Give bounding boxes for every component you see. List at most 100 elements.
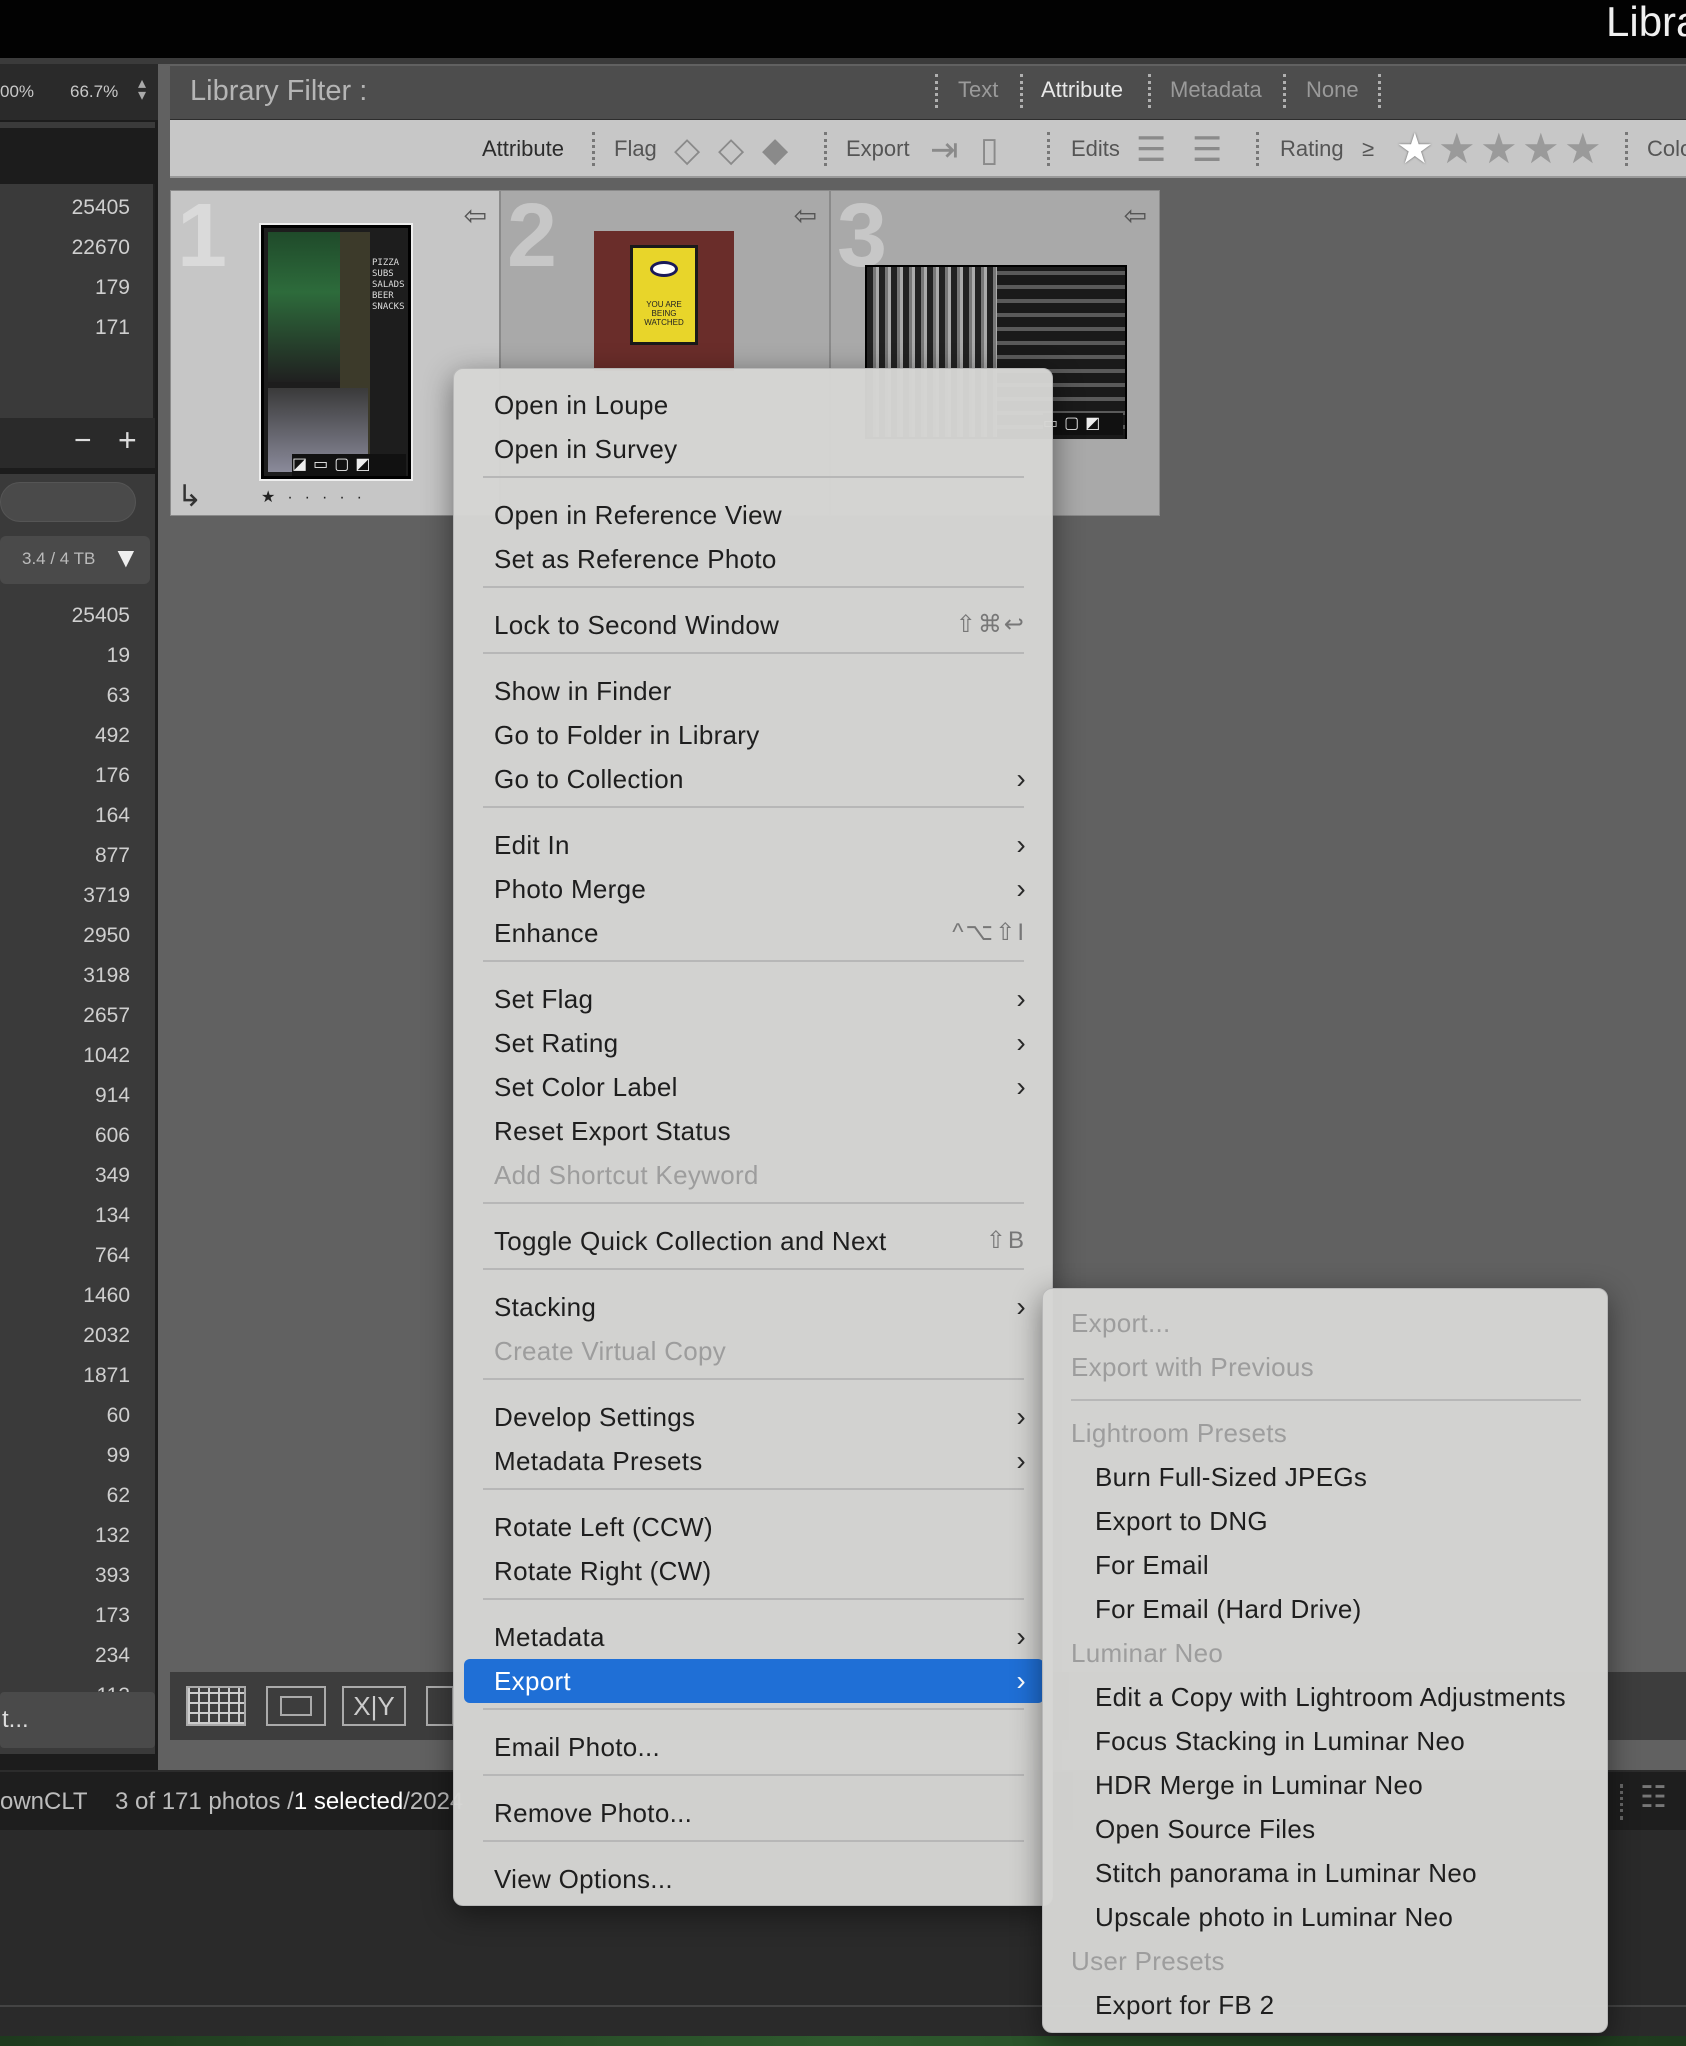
flag-unflagged-icon[interactable]: ◇ (718, 130, 744, 170)
menu-item-metadata[interactable]: Metadata › (464, 1615, 1044, 1659)
menu-item-email-photo[interactable]: Email Photo... (464, 1725, 1044, 1769)
menu-item-edit-in[interactable]: Edit In › (464, 823, 1044, 867)
menu-item-view-options[interactable]: View Options... (464, 1857, 1044, 1901)
folder-count[interactable]: 2950 (0, 916, 130, 956)
folder-count[interactable]: 492 (0, 716, 130, 756)
menu-item-set-color-label[interactable]: Set Color Label › (464, 1065, 1044, 1109)
rotate-icon[interactable]: ⇦ (464, 199, 487, 232)
folder-count[interactable]: 914 (0, 1076, 130, 1116)
folder-count[interactable]: 99 (0, 1436, 130, 1476)
menu-item-open-in-survey[interactable]: Open in Survey (464, 427, 1044, 471)
menu-item-go-to-folder-in-library[interactable]: Go to Folder in Library (464, 713, 1044, 757)
photo-thumbnail[interactable]: PIZZA SUBS SALADS BEER SNACKS ◪▭▢◩ (259, 223, 413, 481)
folder-count[interactable]: 1871 (0, 1356, 130, 1396)
submenu-item-open-source-files[interactable]: Open Source Files (1053, 1807, 1599, 1851)
folder-count[interactable]: 1042 (0, 1036, 130, 1076)
folder-count[interactable]: 1460 (0, 1276, 130, 1316)
menu-item-open-in-loupe[interactable]: Open in Loupe (464, 383, 1044, 427)
filter-sliders-icon[interactable]: ☷ (1640, 1780, 1667, 1815)
submenu-item-export-to-dng[interactable]: Export to DNG (1053, 1499, 1599, 1543)
tab-text[interactable]: Text (958, 77, 998, 103)
star-3-icon[interactable]: ★ (1480, 128, 1518, 170)
compare-view-icon[interactable]: X|Y (342, 1686, 406, 1726)
tab-attribute[interactable]: Attribute (1041, 77, 1123, 103)
grid-cell-1[interactable]: 1 ⇦ PIZZA SUBS SALADS BEER SNACKS ◪▭▢◩ ★… (170, 190, 500, 516)
submenu-item-for-email[interactable]: For Email (1053, 1543, 1599, 1587)
star-1-icon[interactable]: ★ (1396, 128, 1434, 170)
menu-item-photo-merge[interactable]: Photo Merge › (464, 867, 1044, 911)
zoom-stepper-icon[interactable]: ▴ ▾ (138, 76, 146, 104)
folder-count[interactable]: 60 (0, 1396, 130, 1436)
drive-row[interactable]: 3.4 / 4 TB ▼ (0, 536, 150, 584)
folder-name[interactable]: ownCLT (0, 1788, 88, 1816)
menu-item-set-flag[interactable]: Set Flag › (464, 977, 1044, 1021)
zoom-fit[interactable]: 00% (0, 82, 34, 102)
menu-item-remove-photo[interactable]: Remove Photo... (464, 1791, 1044, 1835)
tab-none[interactable]: None (1306, 77, 1359, 103)
folder-search-input[interactable] (0, 482, 136, 522)
submenu-item-stitch-panorama-in-luminar-neo[interactable]: Stitch panorama in Luminar Neo (1053, 1851, 1599, 1895)
star-2-icon[interactable]: ★ (1438, 128, 1476, 170)
folder-count[interactable]: 349 (0, 1156, 130, 1196)
exported-icon[interactable]: ⇥ (930, 130, 959, 170)
folder-count[interactable]: 2657 (0, 996, 130, 1036)
not-exported-icon[interactable]: ▯ (980, 130, 999, 170)
submenu-item-focus-stacking-in-luminar-neo[interactable]: Focus Stacking in Luminar Neo (1053, 1719, 1599, 1763)
flag-picked-icon[interactable]: ◇ (674, 130, 700, 170)
menu-item-reset-export-status[interactable]: Reset Export Status (464, 1109, 1044, 1153)
menu-item-lock-to-second-window[interactable]: Lock to Second Window ⇧⌘↩ (464, 603, 1044, 647)
rotate-icon[interactable]: ⇦ (794, 199, 817, 232)
disclosure-triangle-icon[interactable]: ▼ (112, 542, 140, 574)
submenu-item-hdr-merge-in-luminar-neo[interactable]: HDR Merge in Luminar Neo (1053, 1763, 1599, 1807)
rating-operator[interactable]: ≥ (1362, 136, 1374, 162)
unedited-icon[interactable]: ☰ (1192, 130, 1222, 170)
folder-count[interactable]: 134 (0, 1196, 130, 1236)
folder-count[interactable]: 3719 (0, 876, 130, 916)
menu-item-show-in-finder[interactable]: Show in Finder (464, 669, 1044, 713)
folder-count[interactable]: 393 (0, 1556, 130, 1596)
zoom-level[interactable]: 66.7% (70, 82, 118, 102)
import-button[interactable]: t... (0, 1692, 155, 1748)
folder-count[interactable]: 176 (0, 756, 130, 796)
folder-count[interactable]: 764 (0, 1236, 130, 1276)
rating-stars[interactable]: ★····· (261, 487, 374, 507)
menu-item-toggle-quick-collection-and-next[interactable]: Toggle Quick Collection and Next ⇧B (464, 1219, 1044, 1263)
submenu-item-upscale-photo-in-luminar-neo[interactable]: Upscale photo in Luminar Neo (1053, 1895, 1599, 1939)
folder-count[interactable]: 62 (0, 1476, 130, 1516)
survey-view-icon[interactable] (426, 1686, 454, 1726)
folder-count[interactable]: 19 (0, 636, 130, 676)
folder-count[interactable]: 132 (0, 1516, 130, 1556)
submenu-item-burn-full-sized-jpegs[interactable]: Burn Full-Sized JPEGs (1053, 1455, 1599, 1499)
star-5-icon[interactable]: ★ (1564, 128, 1602, 170)
menu-item-open-in-reference-view[interactable]: Open in Reference View (464, 493, 1044, 537)
folder-count[interactable]: 63 (0, 676, 130, 716)
menu-item-stacking[interactable]: Stacking › (464, 1285, 1044, 1329)
flag-rejected-icon[interactable]: ◆ (762, 130, 788, 170)
submenu-item-export-for-fb-2[interactable]: Export for FB 2 (1053, 1983, 1599, 2027)
grid-view-icon[interactable] (186, 1686, 246, 1726)
minus-icon[interactable]: − (74, 424, 92, 458)
menu-item-set-rating[interactable]: Set Rating › (464, 1021, 1044, 1065)
folder-count[interactable]: 606 (0, 1116, 130, 1156)
submenu-item-for-email-hard-drive[interactable]: For Email (Hard Drive) (1053, 1587, 1599, 1631)
loupe-view-icon[interactable] (266, 1686, 326, 1726)
tab-metadata[interactable]: Metadata (1170, 77, 1262, 103)
folder-count[interactable]: 25405 (0, 596, 130, 636)
star-4-icon[interactable]: ★ (1522, 128, 1560, 170)
folder-count[interactable]: 877 (0, 836, 130, 876)
folder-count[interactable]: 3198 (0, 956, 130, 996)
menu-item-rotate-right-cw[interactable]: Rotate Right (CW) (464, 1549, 1044, 1593)
menu-item-develop-settings[interactable]: Develop Settings › (464, 1395, 1044, 1439)
folder-count[interactable]: 234 (0, 1636, 130, 1676)
folder-count[interactable]: 2032 (0, 1316, 130, 1356)
folder-count[interactable]: 164 (0, 796, 130, 836)
menu-item-enhance[interactable]: Enhance ^⌥⇧I (464, 911, 1044, 955)
menu-item-metadata-presets[interactable]: Metadata Presets › (464, 1439, 1044, 1483)
menu-item-export[interactable]: Export › (464, 1659, 1044, 1703)
folder-count[interactable]: 173 (0, 1596, 130, 1636)
submenu-item-edit-a-copy-with-lightroom-adjustments[interactable]: Edit a Copy with Lightroom Adjustments (1053, 1675, 1599, 1719)
edited-icon[interactable]: ☰ (1136, 130, 1166, 170)
menu-item-rotate-left-ccw[interactable]: Rotate Left (CCW) (464, 1505, 1044, 1549)
rotate-icon[interactable]: ⇦ (1124, 199, 1147, 232)
plus-icon[interactable]: + (118, 422, 137, 459)
